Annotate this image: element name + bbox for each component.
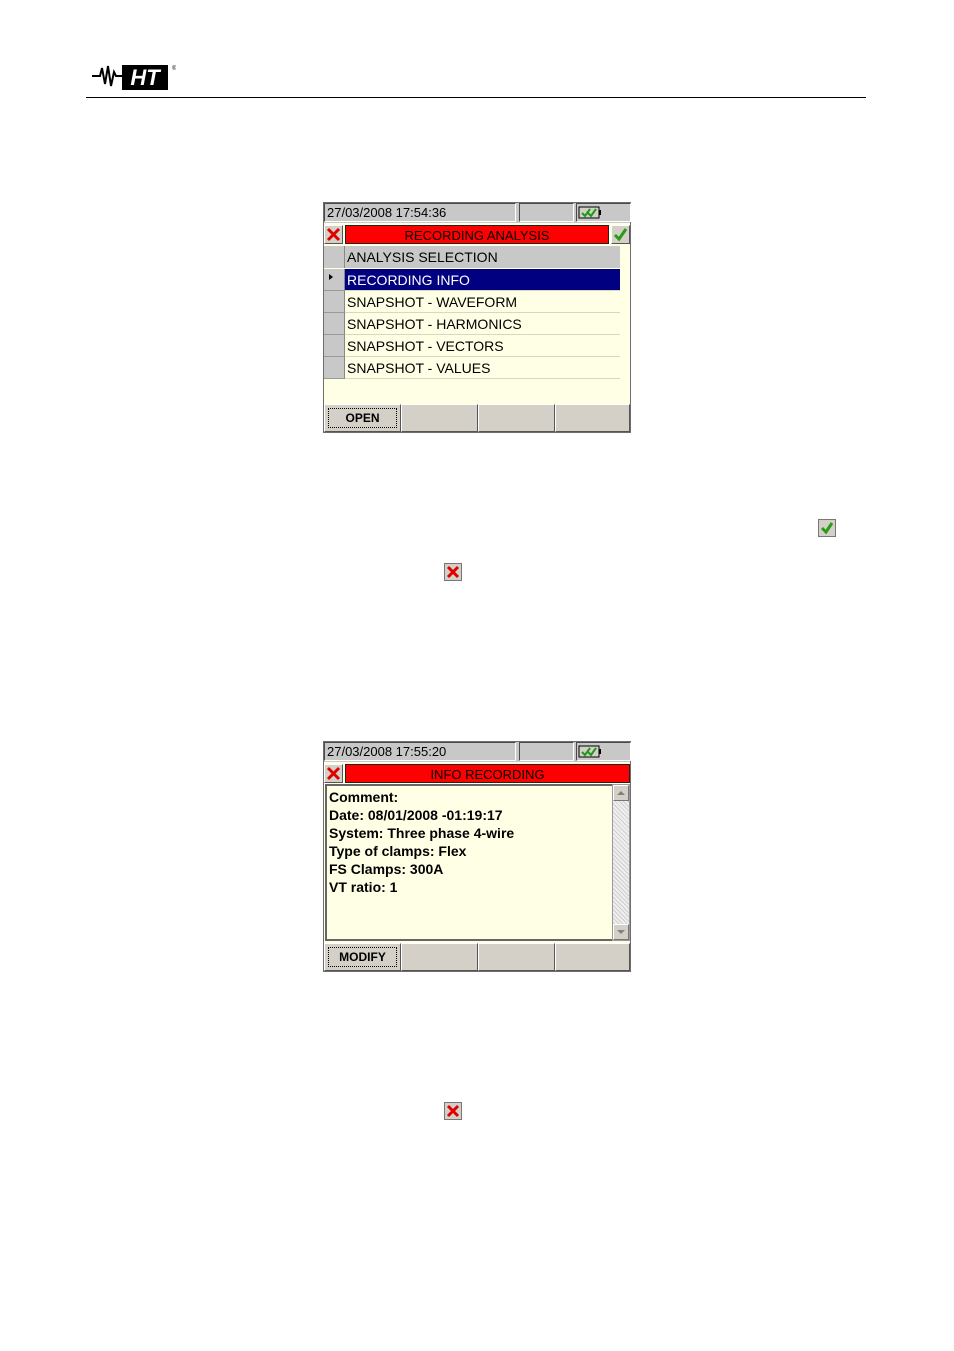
modify-button[interactable]: MODIFY <box>324 943 401 971</box>
check-icon <box>818 519 836 537</box>
header-rule <box>86 97 866 98</box>
list-item-recording-info[interactable]: RECORDING INFO <box>324 269 620 291</box>
status-datetime: 27/03/2008 17:55:20 <box>324 742 516 761</box>
list-item-snapshot-values[interactable]: SNAPSHOT - VALUES <box>324 357 620 379</box>
status-datetime: 27/03/2008 17:54:36 <box>324 203 516 222</box>
close-button[interactable] <box>324 225 343 244</box>
close-icon <box>444 563 462 581</box>
selection-arrow-icon <box>329 274 333 280</box>
close-button[interactable] <box>324 764 343 783</box>
close-icon <box>444 1102 462 1120</box>
info-recording-screen: 27/03/2008 17:55:20 INFO RECORDING Comme… <box>323 741 631 972</box>
scroll-down-button[interactable] <box>613 924 629 940</box>
battery-icon <box>578 745 601 758</box>
logo-text: HT <box>130 65 161 90</box>
status-icons <box>576 203 631 222</box>
status-blank <box>519 742 574 761</box>
status-blank <box>519 203 574 222</box>
ht-logo: HT ® <box>92 65 176 90</box>
status-bar: 27/03/2008 17:55:20 <box>324 742 631 762</box>
svg-text:®: ® <box>172 65 176 72</box>
fkey-2[interactable] <box>401 404 478 432</box>
arrow-down-icon <box>617 930 625 934</box>
fkey-3[interactable] <box>478 943 555 971</box>
scrollbar[interactable] <box>612 784 630 941</box>
confirm-button[interactable] <box>611 225 630 244</box>
screen-title: INFO RECORDING <box>345 764 630 783</box>
info-fs-clamps: FS Clamps: 300A <box>329 861 444 877</box>
arrow-up-icon <box>617 791 625 795</box>
check-icon <box>613 228 628 242</box>
close-icon <box>326 766 341 781</box>
open-button[interactable]: OPEN <box>324 404 401 432</box>
list-item-snapshot-harmonics[interactable]: SNAPSHOT - HARMONICS <box>324 313 620 335</box>
status-icons <box>576 742 631 761</box>
status-bar: 27/03/2008 17:54:36 <box>324 203 631 223</box>
info-vt-ratio: VT ratio: 1 <box>329 879 398 895</box>
recording-analysis-screen: 27/03/2008 17:54:36 RECORDING ANALYSIS A… <box>323 202 631 433</box>
info-system: System: Three phase 4-wire <box>329 825 515 841</box>
fkey-4[interactable] <box>555 404 630 432</box>
list-header-title: ANALYSIS SELECTION <box>347 249 498 265</box>
info-text-area[interactable]: Comment: Date: 08/01/2008 -01:19:17 Syst… <box>325 784 612 941</box>
fkey-3[interactable] <box>478 404 555 432</box>
close-icon <box>326 227 341 242</box>
scroll-up-button[interactable] <box>613 785 629 801</box>
function-keys: OPEN <box>324 404 630 432</box>
info-comment: Comment: <box>329 789 399 805</box>
list-header: ANALYSIS SELECTION <box>324 246 620 268</box>
function-keys: MODIFY <box>324 943 630 971</box>
battery-icon <box>578 206 601 219</box>
fkey-4[interactable] <box>555 943 630 971</box>
list-item-snapshot-vectors[interactable]: SNAPSHOT - VECTORS <box>324 335 620 357</box>
screen-title: RECORDING ANALYSIS <box>345 225 609 244</box>
info-date: Date: 08/01/2008 -01:19:17 <box>329 807 503 823</box>
title-row: INFO RECORDING <box>324 763 630 784</box>
title-row: RECORDING ANALYSIS <box>324 224 630 245</box>
info-clamp-type: Type of clamps: Flex <box>329 843 467 859</box>
list-item-snapshot-waveform[interactable]: SNAPSHOT - WAVEFORM <box>324 291 620 313</box>
fkey-2[interactable] <box>401 943 478 971</box>
